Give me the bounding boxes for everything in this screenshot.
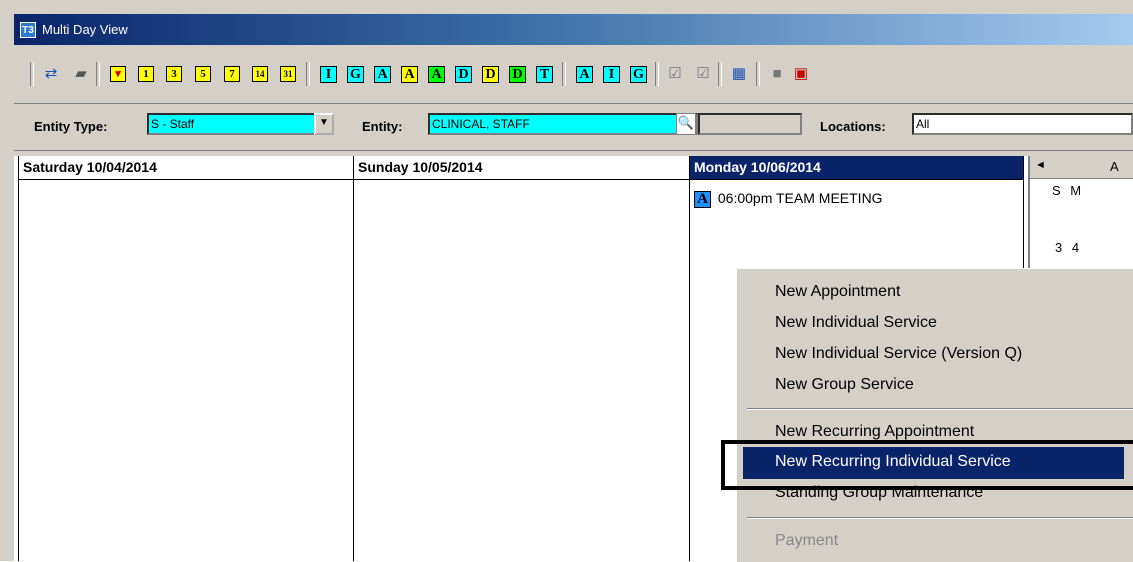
entity-type-label: Entity Type: — [34, 119, 108, 134]
toolbar-separator — [30, 62, 34, 86]
filter-g-button[interactable]: G — [347, 66, 364, 83]
report-icon[interactable]: ▣ — [792, 65, 810, 83]
toggle-g-button[interactable]: G — [630, 66, 647, 83]
mini-calendar-header: ◄ A — [1030, 156, 1133, 179]
title-bar: T3 Multi Day View — [14, 14, 1133, 45]
search-icon[interactable]: 🔍 — [676, 113, 696, 135]
filter-i-button[interactable]: I — [320, 66, 337, 83]
prev-month-icon[interactable]: ◄ — [1035, 159, 1046, 171]
toolbar-separator — [306, 62, 310, 86]
appointment-item[interactable]: A 06:00pm TEAM MEETING — [694, 190, 883, 208]
view-14-day-button[interactable]: 14 — [252, 66, 268, 82]
menu-item-payment: Payment — [775, 532, 839, 549]
mini-calendar-month: A — [1110, 159, 1119, 174]
stop-icon[interactable]: ■ — [768, 65, 786, 83]
view-31-day-button[interactable]: 31 — [280, 66, 296, 82]
menu-item-new-appointment[interactable]: New Appointment — [775, 283, 900, 301]
filter-d-cyan-button[interactable]: D — [455, 66, 472, 83]
menu-item-new-individual-service-version-q[interactable]: New Individual Service (Version Q) — [775, 345, 1022, 363]
filter-t-button[interactable]: T — [536, 66, 553, 83]
toolbar-separator — [96, 62, 100, 86]
filter-a-yellow-button[interactable]: A — [401, 66, 418, 83]
filter-d-yellow-button[interactable]: D — [482, 66, 499, 83]
day-header[interactable]: Sunday 10/05/2014 — [354, 156, 689, 180]
annotation-highlight-box — [721, 440, 1133, 490]
refresh-icon[interactable]: ⇄ — [42, 65, 60, 83]
appointment-type-icon: A — [694, 190, 711, 208]
toolbar-separator — [718, 62, 722, 86]
toggle-a-button[interactable]: A — [576, 66, 593, 83]
day-column[interactable]: Sunday 10/05/2014 — [354, 156, 690, 561]
today-icon[interactable]: ▾ — [110, 66, 126, 82]
view-1-day-button[interactable]: 1 — [138, 66, 154, 82]
menu-separator — [747, 517, 1133, 519]
view-7-day-button[interactable]: 7 — [224, 66, 240, 82]
toolbar: ⇄ ▰ ▾ 1 3 5 7 14 31 I G A A A D D D T A … — [14, 45, 1133, 104]
menu-item-new-individual-service[interactable]: New Individual Service — [775, 314, 937, 332]
window-frame: T3 Multi Day View ⇄ ▰ ▾ 1 3 5 7 14 31 I … — [0, 0, 1133, 562]
weekday-letters: S M — [1052, 183, 1085, 198]
appointment-text: 06:00pm TEAM MEETING — [717, 190, 883, 206]
toolbar-separator — [756, 62, 760, 86]
calendar-grid-icon[interactable]: ▦ — [730, 65, 748, 83]
day-header-selected[interactable]: Monday 10/06/2014 — [690, 156, 1023, 180]
mini-calendar-dates[interactable]: 3 4 — [1055, 240, 1082, 255]
filter-d-green-button[interactable]: D — [509, 66, 526, 83]
filter-a-cyan-button[interactable]: A — [374, 66, 391, 83]
toolbar-separator — [562, 62, 566, 86]
chevron-down-icon[interactable]: ▼ — [314, 113, 334, 135]
menu-item-new-recurring-appointment[interactable]: New Recurring Appointment — [775, 423, 974, 441]
checkbox-icon[interactable]: ☑ — [694, 65, 712, 83]
toggle-i-button[interactable]: I — [603, 66, 620, 83]
day-column[interactable]: Saturday 10/04/2014 — [18, 156, 354, 561]
toolbar-separator — [655, 62, 659, 86]
entity-label: Entity: — [362, 119, 403, 134]
menu-separator — [747, 408, 1133, 410]
entity-id-field[interactable] — [698, 113, 802, 135]
locations-label: Locations: — [820, 119, 886, 134]
window-title: Multi Day View — [42, 22, 128, 37]
view-5-day-button[interactable]: 5 — [195, 66, 211, 82]
checkbox-icon[interactable]: ☑ — [666, 65, 684, 83]
context-menu: New Appointment New Individual Service N… — [736, 268, 1133, 562]
print-icon[interactable]: ▰ — [72, 65, 90, 83]
filter-bar: Entity Type: S - Staff ▼ Entity: CLINICA… — [14, 104, 1133, 151]
app-icon: T3 — [20, 22, 36, 38]
locations-field[interactable]: All — [912, 113, 1133, 135]
filter-a-green-button[interactable]: A — [428, 66, 445, 83]
entity-field[interactable]: CLINICAL, STAFF — [428, 113, 698, 135]
view-3-day-button[interactable]: 3 — [166, 66, 182, 82]
menu-item-new-group-service[interactable]: New Group Service — [775, 376, 914, 394]
day-header[interactable]: Saturday 10/04/2014 — [19, 156, 353, 180]
entity-type-select[interactable]: S - Staff — [147, 113, 317, 135]
